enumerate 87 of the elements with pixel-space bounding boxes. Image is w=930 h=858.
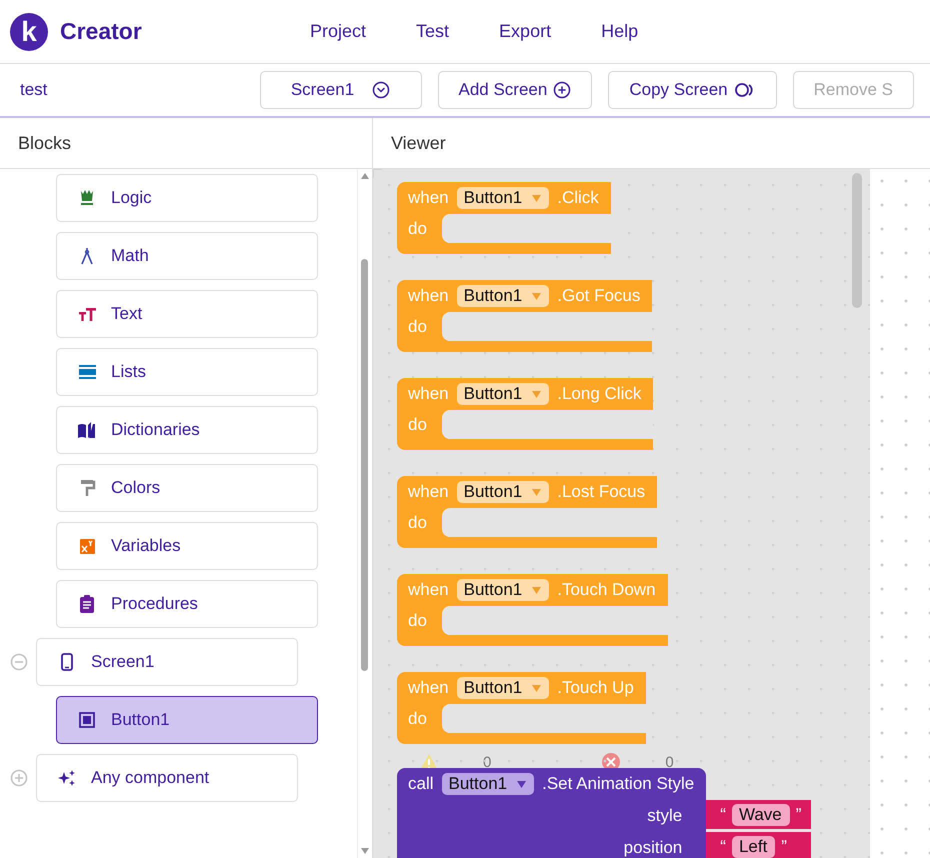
event-name: .Lost Focus bbox=[557, 482, 646, 502]
panel-title: Viewer bbox=[391, 132, 446, 154]
list-icon bbox=[77, 362, 97, 382]
quote-mark: “ bbox=[720, 804, 726, 824]
block-keyword: do bbox=[408, 218, 427, 238]
method-name: .Set Animation Style bbox=[542, 774, 694, 794]
scrollbar-thumb[interactable] bbox=[852, 173, 862, 308]
caret-icon bbox=[517, 780, 526, 788]
caret-icon bbox=[532, 292, 542, 300]
caret-icon bbox=[532, 586, 542, 594]
block-keyword: when bbox=[408, 678, 449, 698]
block-keyword: when bbox=[408, 482, 449, 502]
caret-icon bbox=[532, 390, 542, 398]
block-keyword: when bbox=[408, 188, 449, 208]
expand-icon[interactable] bbox=[10, 769, 28, 787]
variable-icon bbox=[77, 536, 97, 556]
text-value-field[interactable]: Wave bbox=[732, 804, 790, 826]
category-item[interactable]: Dictionaries bbox=[56, 406, 318, 454]
clipboard-icon bbox=[77, 594, 97, 614]
caret-icon bbox=[532, 194, 542, 202]
event-name: .Long Click bbox=[557, 384, 642, 404]
event-block[interactable]: when Button1 .Got Focus do bbox=[397, 280, 652, 352]
caret-icon bbox=[532, 684, 542, 692]
quote-mark: ” bbox=[796, 804, 802, 824]
text-block[interactable]: “ Wave ” bbox=[706, 800, 812, 829]
menu-item[interactable]: Test bbox=[416, 21, 450, 42]
block-keyword: when bbox=[408, 580, 449, 600]
block-keyword: when bbox=[408, 384, 449, 404]
sparkles-icon bbox=[57, 768, 77, 788]
scrollbar-thumb[interactable] bbox=[361, 259, 368, 671]
block-keyword: do bbox=[408, 512, 427, 532]
book-icon bbox=[77, 420, 97, 440]
component-item[interactable]: Button1 bbox=[56, 696, 318, 744]
event-name: .Touch Down bbox=[557, 580, 656, 600]
category-item[interactable]: Variables bbox=[56, 522, 318, 570]
add-icon bbox=[553, 81, 572, 99]
error-count: 0 bbox=[665, 754, 674, 770]
event-block[interactable]: when Button1 .Touch Down do bbox=[397, 574, 668, 646]
event-block[interactable]: when Button1 .Long Click do bbox=[397, 378, 654, 450]
screen-dropdown[interactable]: Screen1 bbox=[260, 71, 422, 109]
event-block[interactable]: when Button1 .Click do bbox=[397, 182, 611, 254]
block-keyword: do bbox=[408, 610, 427, 630]
toolbar-button[interactable]: Add Screen bbox=[438, 71, 592, 109]
menu-item[interactable]: Project bbox=[310, 21, 366, 42]
quote-mark: ” bbox=[781, 836, 787, 856]
component-dropdown[interactable]: Button1 bbox=[456, 383, 550, 405]
category-item[interactable]: Lists bbox=[56, 348, 318, 396]
category-item[interactable]: Procedures bbox=[56, 580, 318, 628]
collapse-icon[interactable] bbox=[10, 653, 28, 671]
chevron-down-icon bbox=[372, 81, 390, 99]
component-dropdown[interactable]: Button1 bbox=[456, 481, 550, 503]
text-value-field[interactable]: Left bbox=[732, 836, 776, 858]
event-name: .Touch Up bbox=[557, 678, 634, 698]
event-name: .Got Focus bbox=[557, 286, 640, 306]
category-item[interactable]: Text bbox=[56, 290, 318, 338]
component-dropdown[interactable]: Button1 bbox=[442, 773, 534, 795]
caret-icon bbox=[532, 488, 542, 496]
component-dropdown[interactable]: Button1 bbox=[456, 677, 550, 699]
menu-item[interactable]: Export bbox=[499, 21, 552, 42]
menu-item[interactable]: Help bbox=[601, 21, 638, 42]
component-dropdown[interactable]: Button1 bbox=[456, 579, 550, 601]
app-name: Creator bbox=[60, 18, 142, 45]
block-keyword: do bbox=[408, 414, 427, 434]
event-block[interactable]: when Button1 .Touch Up do bbox=[397, 672, 646, 744]
category-item[interactable]: Colors bbox=[56, 464, 318, 512]
event-block[interactable]: when Button1 .Lost Focus do bbox=[397, 476, 658, 548]
block-keyword: do bbox=[408, 708, 427, 728]
panel-title: Blocks bbox=[18, 132, 72, 154]
logo: k bbox=[10, 12, 48, 50]
category-item[interactable]: Math bbox=[56, 232, 318, 280]
toolbar-button[interactable]: Copy Screen bbox=[608, 71, 777, 109]
component-item[interactable]: Screen1 bbox=[36, 638, 298, 686]
parameter-label: position bbox=[624, 838, 682, 858]
component-item[interactable]: Any component bbox=[36, 754, 298, 802]
button-component-icon bbox=[77, 710, 97, 730]
component-dropdown[interactable]: Button1 bbox=[456, 187, 550, 209]
method-call-block[interactable]: call Button1 .Set Animation Style style position bbox=[397, 768, 706, 858]
component-dropdown[interactable]: Button1 bbox=[456, 285, 550, 307]
block-keyword: call bbox=[408, 774, 434, 794]
event-name: .Click bbox=[557, 188, 599, 208]
project-name: test bbox=[19, 80, 48, 100]
parameter-label: style bbox=[647, 806, 682, 826]
text-block[interactable]: “ Left ” bbox=[706, 832, 812, 858]
category-item[interactable]: Logic bbox=[56, 174, 318, 222]
block-keyword: do bbox=[408, 316, 427, 336]
block-keyword: when bbox=[408, 286, 449, 306]
quote-mark: “ bbox=[720, 836, 726, 856]
